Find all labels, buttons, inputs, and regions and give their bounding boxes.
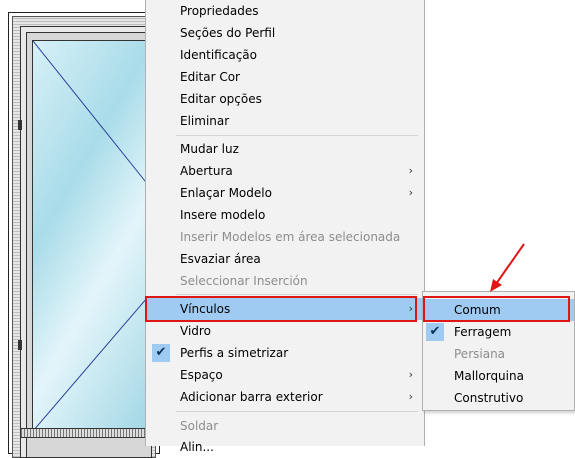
- chevron-right-icon: ›: [408, 302, 413, 315]
- submenu-item-label: Ferragem: [454, 325, 512, 339]
- submenu-item-ferragem[interactable]: ✔ Ferragem: [423, 321, 574, 343]
- submenu-item-comum[interactable]: Comum: [423, 299, 574, 321]
- menu-item-perfis-a-simetrizar[interactable]: ✔ Perfis a simetrizar: [146, 342, 424, 364]
- menu-item-esvaziar-area[interactable]: Esvaziar área: [146, 248, 424, 270]
- menu-item-label: Seleccionar Inserción: [180, 274, 308, 288]
- menu-item-label: Espaço: [180, 368, 223, 382]
- menu-item-label: Mudar luz: [180, 142, 239, 156]
- menu-item-vidro[interactable]: Vidro: [146, 320, 424, 342]
- menu-item-alinhar[interactable]: Alin...: [146, 436, 424, 458]
- menu-item-editar-opcoes[interactable]: Editar opções: [146, 88, 424, 110]
- menu-item-label: Insere modelo: [180, 208, 266, 222]
- menu-item-soldar: Soldar: [146, 415, 424, 437]
- menu-item-label: Alin...: [180, 440, 214, 454]
- submenu-item-label: Comum: [454, 303, 501, 317]
- menu-item-label: Vidro: [180, 324, 211, 338]
- menu-item-mudar-luz[interactable]: Mudar luz: [146, 138, 424, 160]
- menu-item-label: Propriedades: [180, 4, 259, 18]
- menu-item-label: Vínculos: [180, 302, 231, 316]
- menu-item-espaco[interactable]: Espaço ›: [146, 364, 424, 386]
- menu-item-label: Soldar: [180, 419, 219, 433]
- submenu-item-label: Construtivo: [454, 391, 524, 405]
- submenu-item-label: Persiana: [454, 347, 506, 361]
- opening-lines: [33, 41, 153, 431]
- hinge-top: [18, 120, 22, 130]
- chevron-right-icon: ›: [408, 186, 413, 199]
- menu-item-seleccionar-insercion: Seleccionar Inserción: [146, 270, 424, 292]
- chevron-right-icon: ›: [408, 390, 413, 403]
- submenu-item-mallorquina[interactable]: Mallorquina: [423, 365, 574, 387]
- menu-item-editar-cor[interactable]: Editar Cor: [146, 66, 424, 88]
- hinge-bottom: [18, 340, 22, 350]
- menu-item-label: Abertura: [180, 164, 233, 178]
- menu-item-label: Editar Cor: [180, 70, 240, 84]
- checkmark-icon: ✔: [152, 344, 170, 362]
- window-sill: [20, 428, 152, 438]
- menu-item-inserir-modelos-area: Inserir Modelos em área selecionada: [146, 226, 424, 248]
- menu-item-label: Adicionar barra exterior: [180, 390, 323, 404]
- submenu-item-persiana: Persiana: [423, 343, 574, 365]
- menu-item-enlacar-modelo[interactable]: Enlaçar Modelo ›: [146, 182, 424, 204]
- menu-item-label: Eliminar: [180, 114, 230, 128]
- menu-item-insere-modelo[interactable]: Insere modelo: [146, 204, 424, 226]
- chevron-right-icon: ›: [408, 368, 413, 381]
- menu-item-abertura[interactable]: Abertura ›: [146, 160, 424, 182]
- menu-item-label: Perfis a simetrizar: [180, 346, 289, 360]
- context-menu: Propriedades Seções do Perfil Identifica…: [145, 0, 425, 454]
- menu-item-adicionar-barra-exterior[interactable]: Adicionar barra exterior ›: [146, 386, 424, 408]
- checkmark-icon: ✔: [426, 323, 444, 341]
- menu-item-label: Identificação: [180, 48, 257, 62]
- menu-item-secoes-do-perfil[interactable]: Seções do Perfil: [146, 22, 424, 44]
- menu-separator: [176, 294, 418, 295]
- menu-item-label: Seções do Perfil: [180, 26, 276, 40]
- menu-separator: [176, 411, 418, 412]
- menu-item-eliminar[interactable]: Eliminar: [146, 110, 424, 132]
- window-glass: [32, 40, 154, 432]
- menu-item-identificacao[interactable]: Identificação: [146, 44, 424, 66]
- menu-separator: [176, 135, 418, 136]
- chevron-right-icon: ›: [408, 164, 413, 177]
- menu-item-label: Enlaçar Modelo: [180, 186, 272, 200]
- menu-item-vinculos[interactable]: Vínculos ›: [146, 298, 424, 320]
- vinculos-submenu: Comum ✔ Ferragem Persiana Mallorquina Con…: [422, 291, 575, 411]
- menu-item-label: Inserir Modelos em área selecionada: [180, 230, 401, 244]
- annotation-arrow-icon: [490, 243, 525, 292]
- menu-item-label: Esvaziar área: [180, 252, 261, 266]
- submenu-item-construtivo[interactable]: Construtivo: [423, 387, 574, 409]
- submenu-item-label: Mallorquina: [454, 369, 524, 383]
- menu-item-propriedades[interactable]: Propriedades: [146, 0, 424, 22]
- menu-item-label: Editar opções: [180, 92, 262, 106]
